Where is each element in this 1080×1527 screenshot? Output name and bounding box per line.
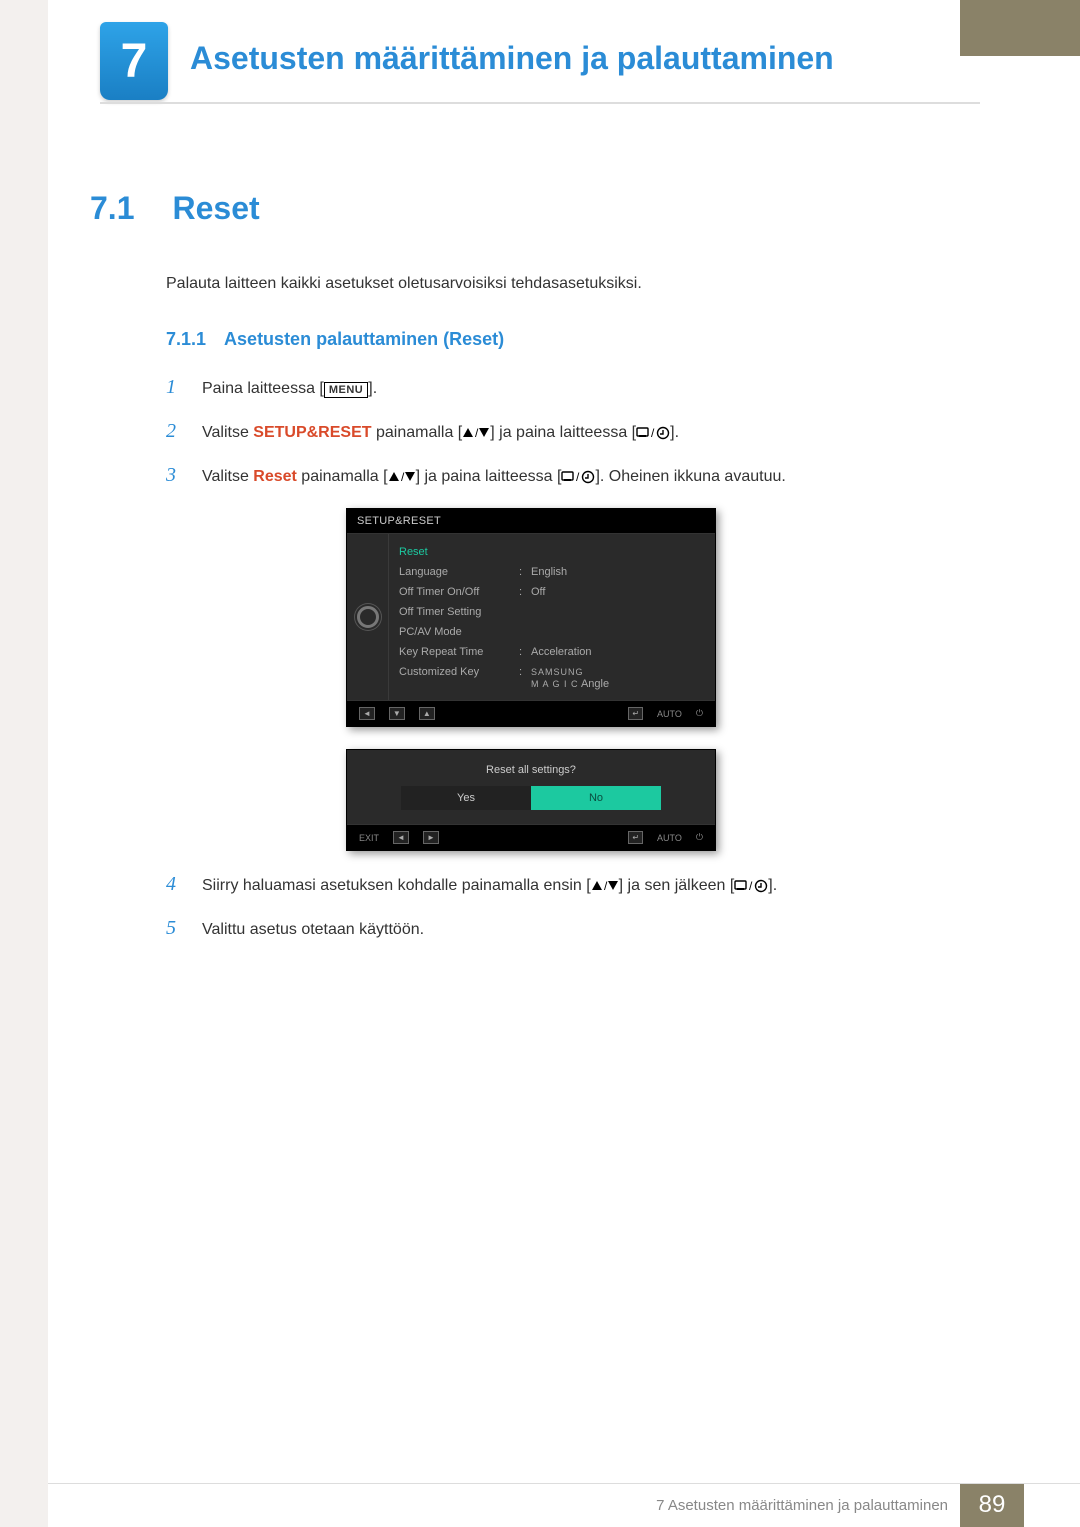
osd-item-label: Customized Key	[399, 666, 519, 690]
osd-row-pcav-mode: PC/AV Mode	[399, 622, 705, 642]
svg-text:/: /	[749, 879, 753, 893]
osd-item-label: PC/AV Mode	[399, 626, 519, 638]
power-icon: ⏻	[696, 832, 703, 843]
osd-row-key-repeat: Key Repeat Time : Acceleration	[399, 642, 705, 662]
step-text: Valittu asetus otetaan käyttöön.	[202, 918, 980, 942]
section-title: Reset	[172, 190, 259, 227]
step-text: Valitse Reset painamalla [/] ja paina la…	[202, 465, 980, 489]
left-arrow-icon: ◄	[359, 707, 375, 720]
up-arrow-icon: ▲	[419, 707, 435, 720]
content-area: 7.1 Reset Palauta laitteen kaikki asetuk…	[90, 190, 980, 957]
source-enter-icon: /	[636, 424, 670, 441]
step-text: Paina laitteessa [MENU].	[202, 377, 980, 401]
osd-row-offtimer-onoff: Off Timer On/Off : Off	[399, 582, 705, 602]
reset-keyword: Reset	[253, 468, 297, 485]
osd-item-label: Off Timer On/Off	[399, 586, 519, 598]
section-intro: Palauta laitteen kaikki asetukset oletus…	[166, 275, 980, 293]
menu-key-label: MENU	[324, 382, 368, 398]
gear-icon	[357, 606, 379, 628]
footer-divider	[48, 1483, 1080, 1484]
subsection-number: 7.1.1	[166, 329, 206, 350]
page-number-box: 89	[960, 1483, 1024, 1527]
step-3: 3 Valitse Reset painamalla [/] ja paina …	[166, 460, 980, 490]
dialog-question: Reset all settings?	[347, 750, 715, 786]
enter-icon: ↵	[628, 831, 643, 844]
osd-confirm-dialog: Reset all settings? Yes No EXIT ◄ ► ↵ AU…	[346, 749, 716, 851]
up-down-arrows-icon: /	[462, 424, 490, 441]
step-1: 1 Paina laitteessa [MENU].	[166, 372, 980, 402]
right-arrow-icon: ►	[423, 831, 439, 844]
osd-icon-column	[347, 534, 389, 700]
auto-label: AUTO	[657, 833, 682, 843]
source-enter-icon: /	[734, 877, 768, 894]
osd-menu-header: SETUP&RESET	[347, 509, 715, 534]
chapter-title: Asetusten määrittäminen ja palauttaminen	[190, 40, 834, 77]
dialog-yes-button: Yes	[401, 786, 531, 810]
osd-screenshot-container: SETUP&RESET Reset Language : English	[346, 508, 716, 851]
steps-list: 1 Paina laitteessa [MENU]. 2 Valitse SET…	[166, 372, 980, 943]
page-number: 89	[979, 1491, 1006, 1519]
section-heading: 7.1 Reset	[90, 190, 980, 227]
svg-text:/: /	[651, 426, 655, 440]
step-number: 1	[166, 372, 182, 402]
step-4: 4 Siirry haluamasi asetuksen kohdalle pa…	[166, 869, 980, 899]
osd-row-language: Language : English	[399, 562, 705, 582]
osd-dialog-footer: EXIT ◄ ► ↵ AUTO ⏻	[347, 824, 715, 850]
osd-menu: SETUP&RESET Reset Language : English	[346, 508, 716, 727]
exit-label: EXIT	[359, 833, 379, 843]
osd-menu-body: Reset Language : English Off Timer On/Of…	[347, 534, 715, 700]
osd-row-customized-key: Customized Key : SAMSUNGM A G I C Angle	[399, 662, 705, 694]
up-down-arrows-icon: /	[591, 877, 619, 894]
top-right-stripe	[960, 0, 1080, 56]
svg-text:/: /	[475, 426, 479, 440]
auto-label: AUTO	[657, 709, 682, 719]
section-number: 7.1	[90, 190, 134, 227]
chapter-number: 7	[121, 34, 148, 89]
left-arrow-icon: ◄	[393, 831, 409, 844]
setup-reset-keyword: SETUP&RESET	[253, 424, 371, 441]
source-enter-icon: /	[561, 468, 595, 485]
step-number: 2	[166, 416, 182, 446]
step-text: Valitse SETUP&RESET painamalla [/] ja pa…	[202, 421, 980, 445]
osd-item-label: Language	[399, 566, 519, 578]
svg-text:/: /	[604, 879, 608, 893]
osd-item-label: Off Timer Setting	[399, 606, 519, 618]
svg-text:/: /	[576, 470, 580, 484]
subsection-title: Asetusten palauttaminen (Reset)	[224, 329, 504, 350]
osd-item-list: Reset Language : English Off Timer On/Of…	[389, 534, 715, 700]
step-number: 3	[166, 460, 182, 490]
up-down-arrows-icon: /	[388, 468, 416, 485]
step-text: Siirry haluamasi asetuksen kohdalle pain…	[202, 874, 980, 898]
dialog-buttons: Yes No	[347, 786, 715, 824]
step-5: 5 Valittu asetus otetaan käyttöön.	[166, 913, 980, 943]
osd-item-label: Reset	[399, 546, 519, 558]
power-icon: ⏻	[696, 708, 703, 719]
osd-item-value: Off	[531, 586, 705, 598]
page-footer: 7 Asetusten määrittäminen ja palauttamin…	[0, 1483, 1080, 1527]
svg-text:/: /	[401, 470, 405, 484]
left-margin-stripe	[0, 0, 48, 1527]
osd-row-offtimer-setting: Off Timer Setting	[399, 602, 705, 622]
osd-row-reset: Reset	[399, 542, 705, 562]
samsung-magic-label: SAMSUNGM A G I C	[531, 667, 584, 689]
chapter-underline	[100, 102, 980, 104]
step-2: 2 Valitse SETUP&RESET painamalla [/] ja …	[166, 416, 980, 446]
osd-item-value: SAMSUNGM A G I C Angle	[531, 666, 705, 690]
osd-item-value: English	[531, 566, 705, 578]
osd-footer-bar: ◄ ▼ ▲ ↵ AUTO ⏻	[347, 700, 715, 726]
dialog-no-button: No	[531, 786, 661, 810]
subsection-heading: 7.1.1 Asetusten palauttaminen (Reset)	[166, 329, 980, 350]
enter-icon: ↵	[628, 707, 643, 720]
osd-item-label: Key Repeat Time	[399, 646, 519, 658]
footer-chapter-text: 7 Asetusten määrittäminen ja palauttamin…	[656, 1497, 960, 1514]
step-number: 4	[166, 869, 182, 899]
down-arrow-icon: ▼	[389, 707, 405, 720]
osd-item-value: Acceleration	[531, 646, 705, 658]
step-number: 5	[166, 913, 182, 943]
chapter-number-badge: 7	[100, 22, 168, 100]
